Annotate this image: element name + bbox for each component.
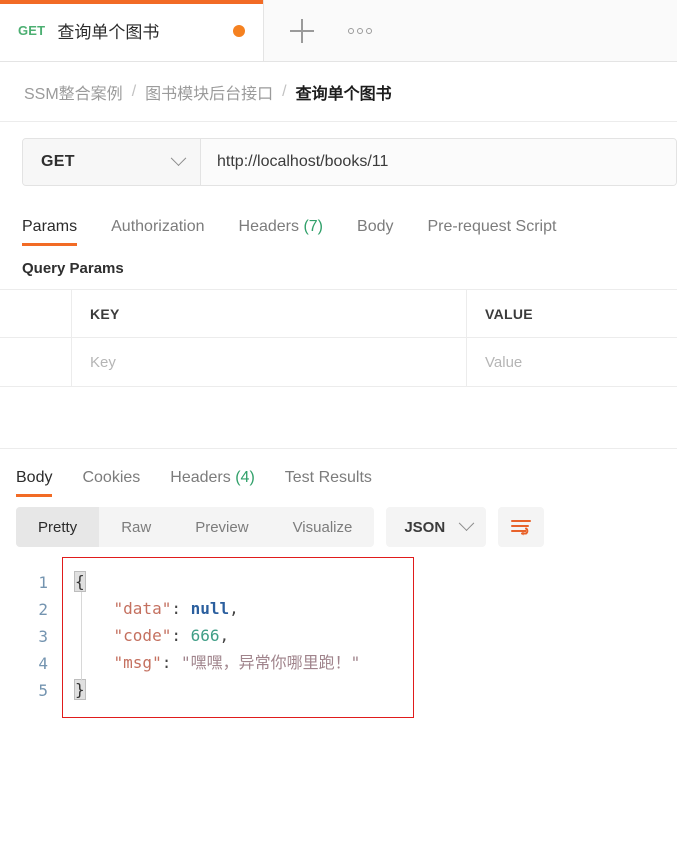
row-checkbox-cell[interactable] xyxy=(0,338,72,386)
format-select-label: JSON xyxy=(404,518,446,536)
chevron-down-icon xyxy=(170,149,187,166)
request-tab-headers-label: Headers xyxy=(238,218,299,235)
response-tab-cookies-label: Cookies xyxy=(82,469,141,486)
json-colon: : xyxy=(171,626,191,645)
line-number: 1 xyxy=(38,573,48,592)
view-raw-button[interactable]: Raw xyxy=(99,507,173,547)
indent-guide-line xyxy=(81,592,82,681)
key-input-placeholder: Key xyxy=(90,353,116,371)
response-tabs: Body Cookies Headers (4) Test Results xyxy=(0,449,677,497)
table-header-row: KEY VALUE xyxy=(0,290,677,338)
tab-method-label: GET xyxy=(18,23,46,38)
json-comma: , xyxy=(229,599,239,618)
json-key-msg: "msg" xyxy=(113,653,162,672)
request-tab-body-label: Body xyxy=(357,218,394,235)
json-key-code: "code" xyxy=(113,626,172,645)
header-checkbox-cell xyxy=(0,290,72,337)
response-body-viewer: 1 2 3 4 5 { "data": null, "code": 666, "… xyxy=(0,557,677,718)
row-key-cell[interactable]: Key xyxy=(72,338,467,386)
request-tab-headers-count: (7) xyxy=(303,218,324,235)
request-tab-active[interactable]: GET 查询单个图书 xyxy=(0,0,264,61)
tab-strip: GET 查询单个图书 xyxy=(0,0,677,62)
header-value-cell: VALUE xyxy=(467,290,677,337)
json-value-data: null xyxy=(190,599,230,618)
request-tab-headers[interactable]: Headers (7) xyxy=(239,218,324,246)
fold-open-brace[interactable]: { xyxy=(74,571,86,592)
query-params-table: KEY VALUE Key Value xyxy=(0,289,677,387)
response-tab-test-results[interactable]: Test Results xyxy=(285,469,372,497)
chevron-down-icon xyxy=(458,514,475,531)
header-key-cell: KEY xyxy=(72,290,467,337)
json-value-msg: "嘿嘿，异常你哪里跑！" xyxy=(180,653,361,672)
view-preview-button[interactable]: Preview xyxy=(173,507,270,547)
method-select[interactable]: GET xyxy=(23,139,201,185)
json-line-5[interactable]: } xyxy=(74,676,413,703)
url-bar-container: GET http://localhost/books/11 xyxy=(0,122,677,200)
line-number: 3 xyxy=(38,627,48,646)
tab-active-accent-bar xyxy=(0,0,263,4)
line-number: 5 xyxy=(38,681,48,700)
query-params-title: Query Params xyxy=(22,260,124,277)
url-input[interactable]: http://localhost/books/11 xyxy=(201,139,676,185)
response-tab-headers-count: (4) xyxy=(235,469,255,486)
dots-icon[interactable] xyxy=(348,27,372,34)
line-number: 4 xyxy=(38,654,48,673)
unsaved-changes-dot[interactable] xyxy=(233,24,245,37)
response-tab-headers-label: Headers xyxy=(170,469,231,486)
breadcrumb-item-collection[interactable]: SSM整合案例 xyxy=(24,80,123,104)
line-number: 2 xyxy=(38,600,48,619)
row-value-cell[interactable]: Value xyxy=(467,338,677,386)
json-line-2[interactable]: "data": null, xyxy=(75,595,413,622)
json-comma: , xyxy=(219,626,230,645)
request-tab-params[interactable]: Params xyxy=(22,218,78,246)
json-value-code: 666 xyxy=(190,626,220,645)
word-wrap-button[interactable] xyxy=(498,507,545,547)
response-view-switcher: Pretty Raw Preview Visualize xyxy=(16,507,375,547)
request-tab-authorization[interactable]: Authorization xyxy=(111,218,204,246)
response-tab-headers[interactable]: Headers (4) xyxy=(170,469,255,497)
breadcrumb-separator: / xyxy=(131,82,137,100)
plus-icon[interactable] xyxy=(290,18,314,43)
request-tab-prerequest-script[interactable]: Pre-request Script xyxy=(427,218,556,246)
value-input-placeholder: Value xyxy=(485,353,523,371)
request-tab-body[interactable]: Body xyxy=(357,218,393,246)
view-pretty-button[interactable]: Pretty xyxy=(16,507,100,547)
json-line-3[interactable]: "code": 666, xyxy=(75,622,413,649)
url-bar: GET http://localhost/books/11 xyxy=(22,138,677,186)
request-tab-authorization-label: Authorization xyxy=(111,218,205,235)
response-tab-body[interactable]: Body xyxy=(16,469,53,497)
response-tab-test-results-label: Test Results xyxy=(284,469,372,486)
column-header-value: VALUE xyxy=(485,305,533,322)
method-select-label: GET xyxy=(41,153,75,170)
view-visualize-button[interactable]: Visualize xyxy=(271,507,375,547)
response-tab-body-label: Body xyxy=(16,469,53,486)
params-empty-space xyxy=(0,387,677,449)
request-tab-prerequest-script-label: Pre-request Script xyxy=(427,218,557,235)
json-key-data: "data" xyxy=(113,599,172,618)
request-tabs: Params Authorization Headers (7) Body Pr… xyxy=(0,200,677,246)
format-select[interactable]: JSON xyxy=(386,507,487,547)
column-header-key: KEY xyxy=(90,305,120,322)
tab-title-label: 查询单个图书 xyxy=(57,23,160,42)
breadcrumb: SSM整合案例 / 图书模块后台接口 / 查询单个图书 xyxy=(0,62,677,122)
response-tab-cookies[interactable]: Cookies xyxy=(82,469,140,497)
fold-close-brace[interactable]: } xyxy=(74,679,86,700)
request-tab-params-label: Params xyxy=(22,218,78,235)
tab-actions xyxy=(264,0,394,61)
json-colon: : xyxy=(171,599,191,618)
response-toolbar: Pretty Raw Preview Visualize JSON xyxy=(0,497,677,557)
breadcrumb-separator: / xyxy=(282,82,287,100)
json-colon: : xyxy=(161,653,181,672)
word-wrap-icon xyxy=(511,520,532,536)
json-line-1[interactable]: { xyxy=(74,568,413,595)
json-highlight-box: { "data": null, "code": 666, "msg": "嘿嘿，… xyxy=(62,557,414,718)
breadcrumb-item-folder[interactable]: 图书模块后台接口 xyxy=(145,80,273,104)
json-line-4[interactable]: "msg": "嘿嘿，异常你哪里跑！" xyxy=(75,649,413,676)
breadcrumb-item-request: 查询单个图书 xyxy=(295,85,392,103)
line-number-gutter: 1 2 3 4 5 xyxy=(16,557,62,718)
table-row: Key Value xyxy=(0,338,677,386)
